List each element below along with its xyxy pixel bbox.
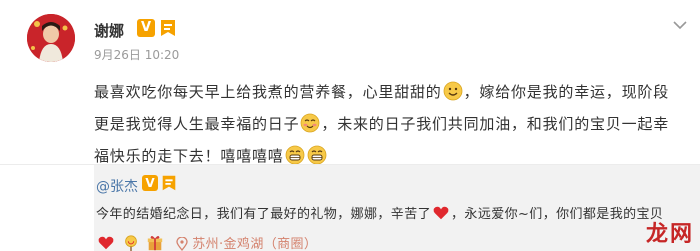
post-text: 最喜欢吃你每天早上给我煮的营养餐，心里甜甜的 ，嫁给你是我的幸运，现阶段更是我觉得… [94, 76, 679, 172]
location-link[interactable]: 苏州·金鸡湖（商圈） [192, 237, 317, 251]
gift-emoji-icon [147, 236, 163, 251]
lollipop-emoji-icon [124, 235, 137, 251]
watermark: 龙网 [560, 206, 700, 251]
fan-level-icon [158, 18, 178, 42]
chevron-down-icon[interactable] [672, 15, 688, 34]
grin-emoji-icon [307, 145, 327, 165]
red-heart-emoji-icon [433, 206, 449, 220]
smile-emoji-icon [443, 81, 463, 101]
fan-level-icon [160, 174, 178, 196]
verified-badge-icon: V [137, 19, 155, 37]
grin-emoji-icon [285, 145, 305, 165]
blush-emoji-icon [301, 113, 320, 133]
post-author-name[interactable]: 谢娜 [94, 20, 124, 41]
post-text-segment: 最喜欢吃你每天早上给我煮的营养餐，心里甜甜的 [94, 83, 442, 101]
repost-text-segment: 今年的结婚纪念日，我们有了最好的礼物，娜娜，辛苦了 [96, 207, 432, 222]
verified-badge-icon: V [142, 175, 158, 191]
location-pin-icon [175, 233, 188, 251]
watermark-text: 龙网 [645, 221, 694, 247]
post-timestamp: 9月26日 10:20 [94, 48, 180, 62]
avatar[interactable] [27, 14, 75, 62]
avatar-image [27, 14, 75, 62]
repost-author-link[interactable]: @张杰 [96, 176, 138, 196]
red-heart-emoji-icon [98, 236, 114, 250]
